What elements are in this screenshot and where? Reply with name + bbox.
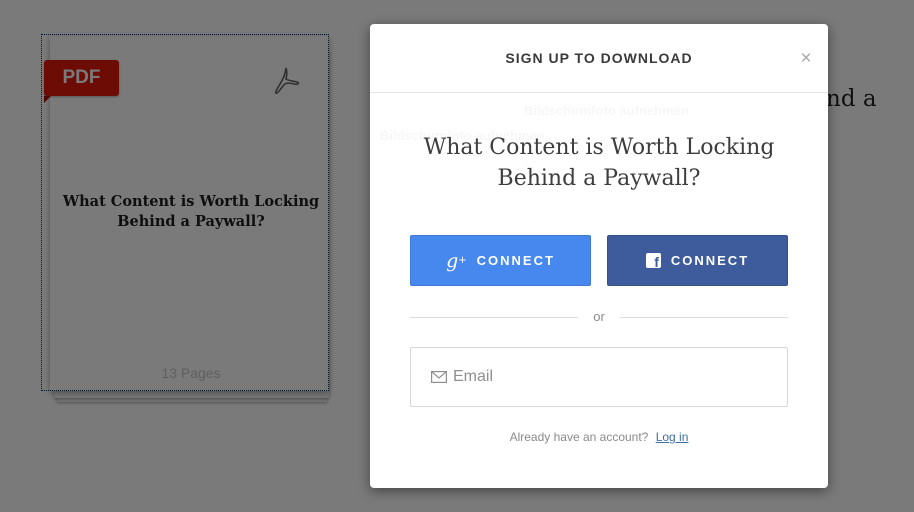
- close-icon[interactable]: ×: [796, 48, 816, 70]
- divider-line: [620, 317, 788, 318]
- email-field[interactable]: Email: [410, 347, 788, 407]
- signup-modal: SIGN UP TO DOWNLOAD × Bildschirmfoto auf…: [370, 24, 828, 488]
- headline-line-2: Behind a Paywall?: [497, 166, 701, 191]
- google-connect-label: CONNECT: [476, 253, 555, 268]
- modal-header: SIGN UP TO DOWNLOAD ×: [370, 24, 828, 93]
- login-prompt-text: Already have an account?: [509, 430, 649, 444]
- login-prompt: Already have an account? Log in: [370, 430, 828, 444]
- login-link[interactable]: Log in: [656, 430, 689, 444]
- headline-line-1: What Content is Worth Locking: [423, 135, 775, 160]
- google-connect-button[interactable]: g + CONNECT: [410, 235, 591, 286]
- facebook-connect-label: CONNECT: [670, 253, 750, 268]
- modal-title: SIGN UP TO DOWNLOAD: [505, 50, 693, 66]
- envelope-icon: [431, 371, 447, 383]
- facebook-connect-button[interactable]: f CONNECT: [607, 235, 788, 286]
- facebook-icon: f: [645, 253, 661, 270]
- ghost-overlay-title: Bildschirmfoto aufnehmen: [524, 103, 689, 118]
- email-placeholder: Email: [453, 368, 494, 385]
- google-plus-icon: g +: [446, 249, 467, 272]
- divider-or: or: [593, 309, 605, 324]
- divider-line: [410, 317, 578, 318]
- modal-headline: What Content is Worth Locking Behind a P…: [370, 132, 828, 194]
